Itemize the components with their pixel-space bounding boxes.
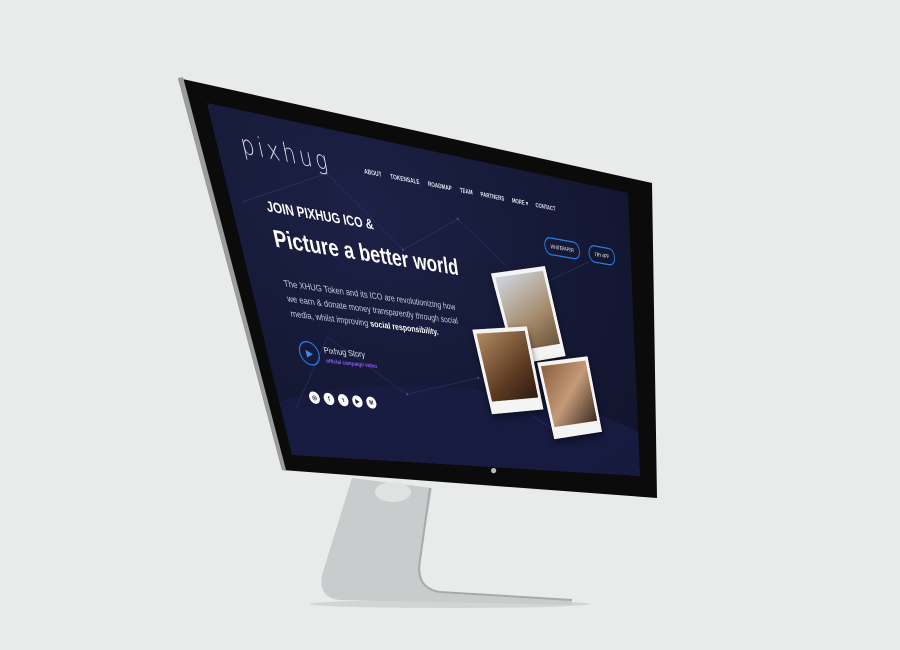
- stand-cable-hole: [375, 482, 411, 502]
- youtube-icon[interactable]: ▶: [351, 394, 364, 408]
- twitter-icon[interactable]: t: [336, 393, 350, 407]
- stand: [321, 478, 572, 605]
- play-icon: ▶: [304, 347, 314, 360]
- instagram-icon[interactable]: ◎: [307, 390, 322, 405]
- facebook-icon[interactable]: f: [322, 392, 336, 406]
